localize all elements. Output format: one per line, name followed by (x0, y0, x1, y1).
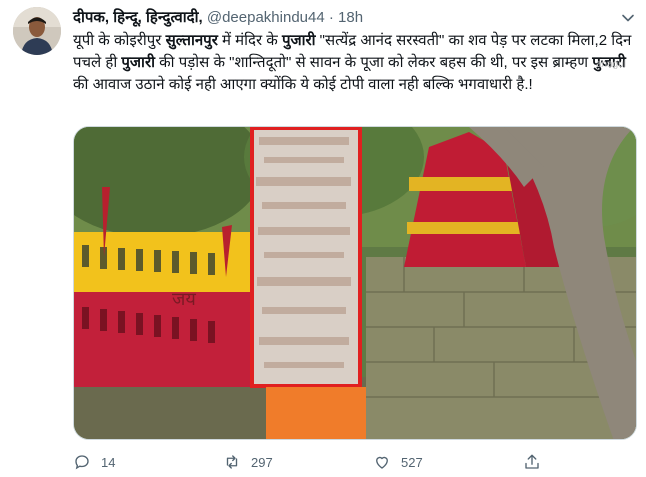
text-part: की आवाज उठाने कोई नही आएगा क्योंकि ये को… (73, 76, 533, 93)
tweet-header: दीपक, हिन्दू, हिन्दुत्वादी, @deepakhindu… (73, 8, 618, 28)
handle[interactable]: @deepakhindu44 (207, 9, 325, 26)
text-part: यूपी के कोइरीपुर (73, 32, 166, 49)
text-part: में मंदिर के (217, 32, 282, 49)
share-icon (525, 454, 539, 469)
retweet-button[interactable]: 297 (223, 451, 273, 473)
wall-text: जय (172, 289, 196, 310)
like-button[interactable]: 527 (373, 451, 423, 473)
reply-count: 14 (101, 454, 116, 470)
retweet-icon (226, 455, 238, 469)
avatar-photo (13, 7, 61, 55)
text-part-bold: पुजारी (121, 54, 155, 71)
text-part-bold: पुजारी (281, 32, 316, 49)
watermark: anagul (596, 59, 627, 70)
separator-dot: · (328, 9, 334, 26)
tweet-text: यूपी के कोइरीपुर सुल्तानपुर में मंदिर के… (73, 30, 633, 96)
text-part-bold: सुल्तानपुर (165, 32, 218, 49)
reply-button[interactable]: 14 (73, 451, 115, 473)
timestamp[interactable]: 18h (338, 9, 363, 26)
temple-photo (74, 127, 636, 439)
text-part: की पड़ोस के "शान्तिदूतो" से सावन के पूजा… (154, 54, 593, 71)
share-button[interactable] (523, 451, 541, 473)
chevron-down-icon[interactable] (620, 10, 636, 26)
retweet-count: 297 (251, 454, 273, 470)
tweet-photo[interactable]: जय (73, 126, 637, 440)
tweet[interactable]: दीपक, हिन्दू, हिन्दुत्वादी, @deepakhindu… (0, 0, 646, 477)
heart-icon (376, 456, 388, 469)
display-name[interactable]: दीपक, हिन्दू, हिन्दुत्वादी, (73, 9, 203, 26)
reply-icon (75, 455, 89, 470)
action-bar: 14 297 527 (73, 451, 633, 473)
like-count: 527 (401, 454, 423, 470)
avatar[interactable] (13, 7, 61, 55)
